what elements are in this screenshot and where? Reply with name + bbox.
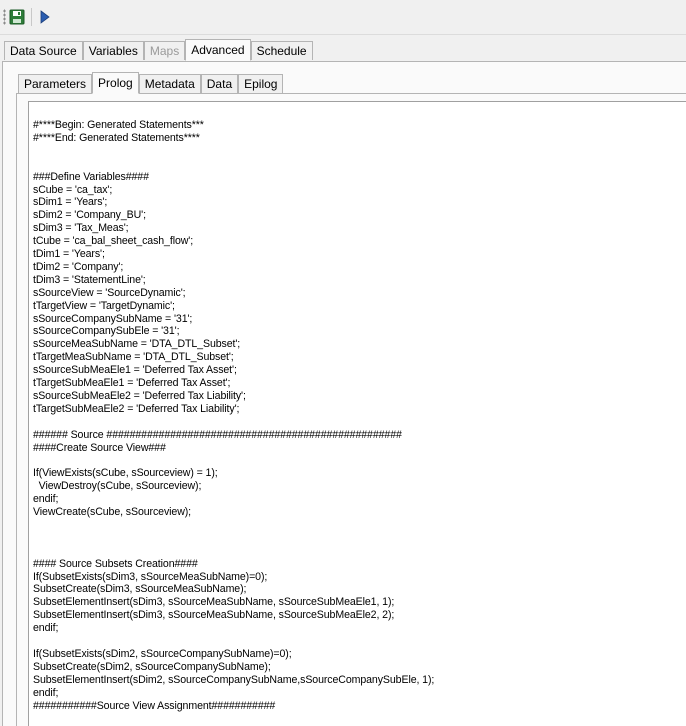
code-line: sSourceMeaSubName = 'DTA_DTL_Subset'; [33,338,241,351]
prolog-code-editor[interactable]: #****Begin: Generated Statements*** #****… [28,101,686,726]
code-line: tDim3 = 'StatementLine'; [33,273,146,286]
code-line: If(ViewExists(sCube, sSourceview) = 1); [33,467,218,480]
code-line: sSourceCompanySubName = '31'; [33,312,193,325]
code-line: If(SubsetExists(sDim3, sSourceMeaSubName… [33,570,268,583]
code-line: SubsetElementInsert(sDim3, sSourceMeaSub… [33,609,395,622]
save-icon [9,9,25,25]
tab-prolog[interactable]: Prolog [92,72,139,94]
run-button[interactable] [36,8,54,26]
code-line: sDim3 = 'Tax_Meas'; [33,222,129,235]
code-line: sSourceCompanySubEle = '31'; [33,325,180,338]
code-line: #### Source Subsets Creation#### [33,557,198,570]
toolbar-separator [31,8,32,26]
code-line: tDim2 = 'Company'; [33,260,124,273]
tab-data[interactable]: Data [200,74,239,93]
code-line: ###########Source View Assignment#######… [33,699,276,712]
tab-schedule[interactable]: Schedule [250,41,313,60]
tab-data-source[interactable]: Data Source [4,41,83,60]
code-line: If(SubsetExists(sDim2, sSourceCompanySub… [33,647,292,660]
toolbar [0,0,686,35]
code-line: SubsetCreate(sDim3, sSourceMeaSubName); [33,583,247,596]
outer-tab-strip: Data Source Variables Maps Advanced Sche… [4,39,313,61]
tab-variables[interactable]: Variables [82,41,144,60]
run-icon [40,10,50,24]
code-line: tTargetSubMeaEle2 = 'Deferred Tax Liabil… [33,402,240,415]
code-line: endif; [33,493,59,506]
code-line: ViewDestroy(sCube, sSourceview); [33,480,202,493]
code-line: tCube = 'ca_bal_sheet_cash_flow'; [33,235,194,248]
code-line: endif; [33,686,59,699]
code-line: sSourceView = 'SourceDynamic'; [33,286,186,299]
code-line: ###Define Variables#### [33,170,149,183]
code-line: SubsetCreate(sDim2, sSourceCompanySubNam… [33,660,271,673]
code-line: SubsetElementInsert(sDim3, sSourceMeaSub… [33,596,395,609]
code-line: #****Begin: Generated Statements*** [33,119,204,131]
tab-epilog[interactable]: Epilog [238,74,284,93]
code-line: ####Create Source View### [33,441,166,454]
inner-tab-strip: Parameters Prolog Metadata Data Epilog [18,72,284,94]
code-line: SubsetElementInsert(sDim2, sSourceCompan… [33,673,435,686]
code-line: tTargetMeaSubName = 'DTA_DTL_Subset'; [33,351,234,364]
code-line: ViewCreate(sCube, sSourceview); [33,506,192,518]
save-button[interactable] [8,8,26,26]
code-line: tDim1 = 'Years'; [33,248,105,260]
code-line: endif; [33,622,59,635]
code-line: sDim1 = 'Years'; [33,196,108,209]
code-line: sDim2 = 'Company_BU'; [33,209,146,222]
code-line: sSourceSubMeaEle1 = 'Deferred Tax Asset'… [33,364,237,377]
code-line: tTargetSubMeaEle1 = 'Deferred Tax Asset'… [33,377,231,389]
tab-metadata[interactable]: Metadata [138,74,201,93]
code-line: sCube = 'ca_tax'; [33,183,113,196]
tab-maps[interactable]: Maps [143,41,186,60]
toolbar-grip[interactable] [3,9,6,25]
code-line: #****End: Generated Statements**** [33,131,200,144]
code-line: ###### Source ##########################… [33,428,402,441]
tab-parameters[interactable]: Parameters [18,74,93,93]
tab-advanced[interactable]: Advanced [185,39,251,61]
code-line: sSourceSubMeaEle2 = 'Deferred Tax Liabil… [33,389,246,402]
code-line: tTargetView = 'TargetDynamic'; [33,299,175,312]
